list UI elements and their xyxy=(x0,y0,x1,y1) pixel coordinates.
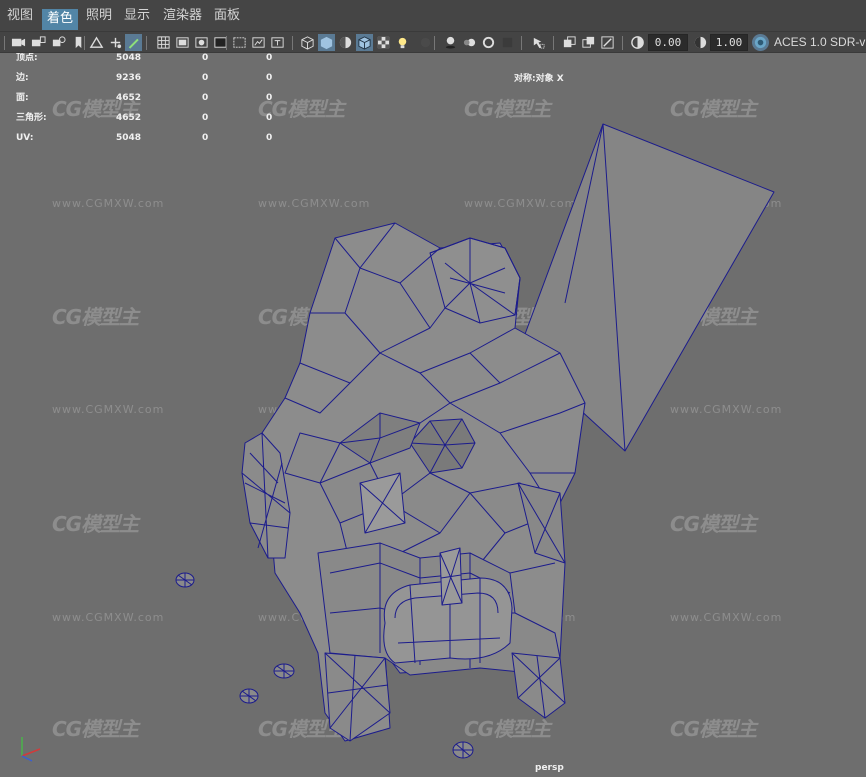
safe-title-icon[interactable] xyxy=(269,34,286,51)
toolbar-divider xyxy=(146,36,147,50)
hud-row-faces: 面: 4652 0 0 xyxy=(16,93,273,103)
exposure-icon[interactable] xyxy=(629,34,646,51)
toolbar-divider xyxy=(434,36,435,50)
pencil-icon[interactable] xyxy=(125,34,142,51)
hud-row-triangles: 三角形: 4652 0 0 xyxy=(16,113,273,123)
camera-attributes-icon[interactable] xyxy=(50,34,67,51)
menu-shading[interactable]: 着色 xyxy=(42,9,79,30)
toolbar-divider xyxy=(4,36,5,50)
use-all-lights-icon[interactable] xyxy=(394,34,411,51)
toolbar-divider xyxy=(622,36,623,50)
mesh-model[interactable] xyxy=(0,53,866,777)
camera-select-icon[interactable] xyxy=(10,34,27,51)
xray-icon[interactable] xyxy=(561,34,578,51)
xray-active-icon[interactable] xyxy=(580,34,597,51)
menu-renderer[interactable]: 渲染器 xyxy=(163,8,202,24)
3d-viewport[interactable]: CG模型主 CG模型主 CG模型主 CG模型主 www.CGMXW.com ww… xyxy=(0,53,866,777)
menu-show[interactable]: 显示 xyxy=(124,8,150,24)
toolbar-divider xyxy=(521,36,522,50)
grid-icon[interactable] xyxy=(155,34,172,51)
gamma-field[interactable]: 1.00 xyxy=(710,34,748,51)
depth-of-field-icon[interactable] xyxy=(499,34,516,51)
hud-row-vertices: 顶点: 5048 0 0 xyxy=(16,53,273,63)
wireframe-on-shaded-icon[interactable] xyxy=(356,34,373,51)
toolbar-divider xyxy=(84,36,85,50)
wireframe-icon[interactable] xyxy=(299,34,316,51)
resolution-gate-icon[interactable] xyxy=(193,34,210,51)
color-management-icon[interactable] xyxy=(752,34,769,51)
camera-lock-icon[interactable] xyxy=(30,34,47,51)
isolate-select-icon[interactable] xyxy=(530,34,547,51)
exposure-field[interactable]: 0.00 xyxy=(648,34,688,51)
gamma-icon[interactable] xyxy=(692,34,709,51)
image-plane-icon[interactable] xyxy=(88,34,105,51)
toolbar-divider xyxy=(226,36,227,50)
menu-view[interactable]: 视图 xyxy=(7,8,33,24)
film-gate-icon[interactable] xyxy=(174,34,191,51)
menu-panels[interactable]: 面板 xyxy=(214,8,240,24)
safe-action-icon[interactable] xyxy=(250,34,267,51)
axis-gizmo xyxy=(21,737,41,762)
menu-lighting[interactable]: 照明 xyxy=(86,8,112,24)
toolbar-divider xyxy=(292,36,293,50)
poly-count-hud: 顶点: 5048 0 0 边: 9236 0 0 面: 4652 0 0 三角形… xyxy=(16,53,296,152)
hud-row-edges: 边: 9236 0 0 xyxy=(16,73,273,83)
anti-aliasing-icon[interactable] xyxy=(480,34,497,51)
view-transform-label[interactable]: ACES 1.0 SDR-v xyxy=(774,34,865,51)
screen-space-ao-icon[interactable] xyxy=(442,34,459,51)
shadows-icon[interactable] xyxy=(417,34,434,51)
toolbar-divider xyxy=(553,36,554,50)
symmetry-label: 对称:对象 X xyxy=(514,74,564,84)
viewport-toolbar: 0.00 1.00 ACES 1.0 SDR-v xyxy=(0,31,866,53)
menu-bar: 视图 着色 照明 显示 渲染器 面板 xyxy=(0,0,866,31)
smooth-shade-icon[interactable] xyxy=(318,34,335,51)
default-material-icon[interactable] xyxy=(337,34,354,51)
motion-blur-icon[interactable] xyxy=(461,34,478,51)
grease-pencil-icon[interactable] xyxy=(107,34,124,51)
xray-joints-icon[interactable] xyxy=(599,34,616,51)
hud-row-uvs: UV: 5048 0 0 xyxy=(16,133,273,143)
camera-name-label: persp xyxy=(535,763,564,773)
textured-icon[interactable] xyxy=(375,34,392,51)
field-chart-icon[interactable] xyxy=(231,34,248,51)
